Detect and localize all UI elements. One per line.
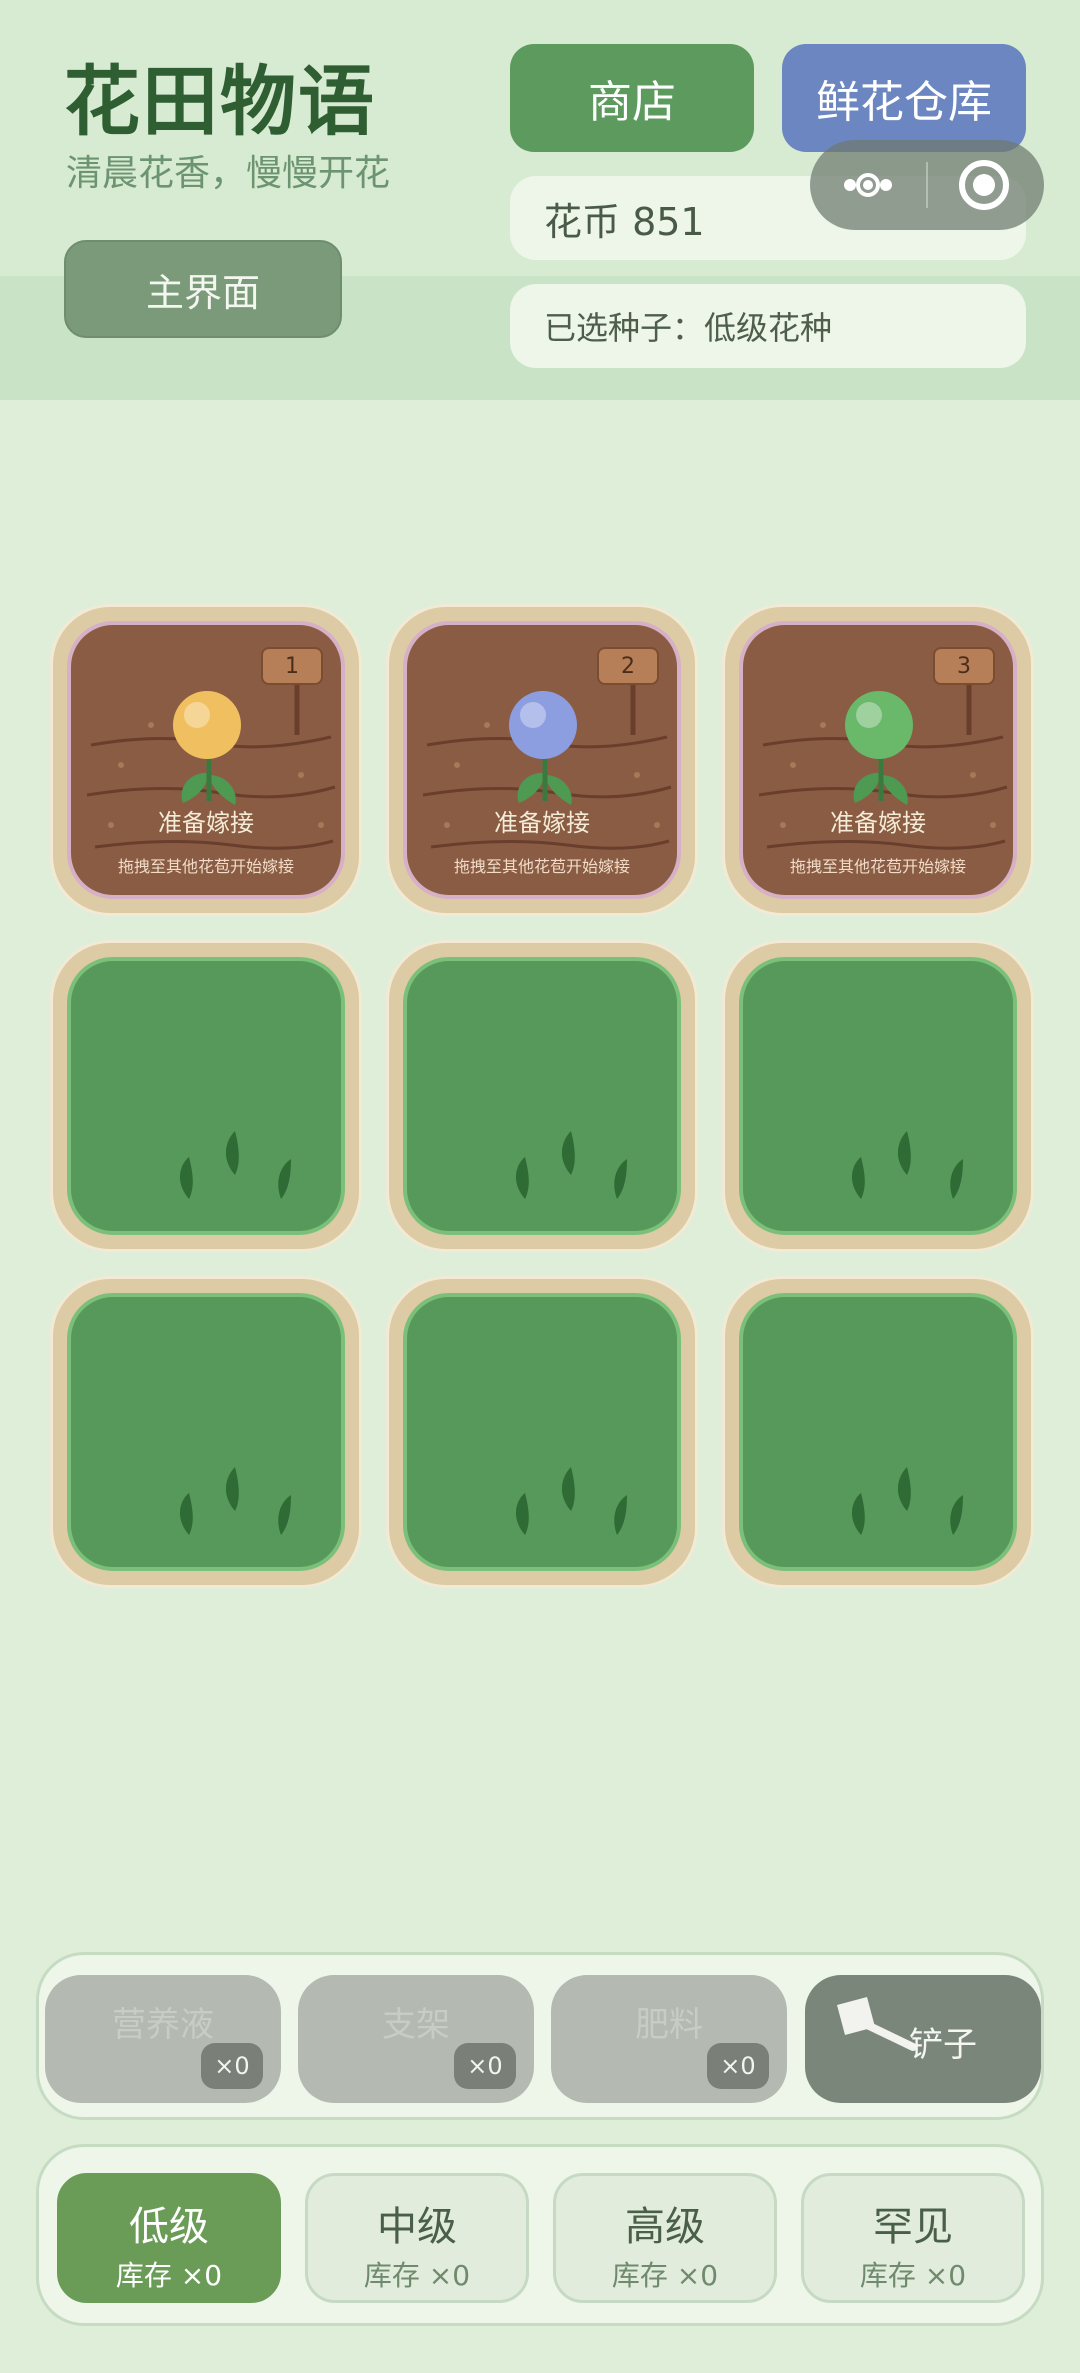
plot-status: 准备嫁接 (494, 809, 590, 837)
plot-hint: 拖拽至其他花苞开始嫁接 (117, 857, 294, 876)
coin-balance-text: 花币 851 (544, 199, 705, 244)
seed-stock: 库存 ×0 (115, 2259, 223, 2292)
plot-status: 准备嫁接 (830, 809, 926, 837)
seed-stock: 库存 ×0 (611, 2259, 719, 2292)
grass-tuft-icon (179, 1467, 291, 1535)
tool-label: 肥料 (635, 2005, 703, 2045)
shop-button[interactable]: 商店 (510, 44, 754, 152)
plot-hint: 拖拽至其他花苞开始嫁接 (789, 857, 966, 876)
main-menu-button[interactable]: 主界面 (64, 240, 342, 338)
flower-warehouse-button[interactable]: 鲜花仓库 (782, 44, 1026, 152)
tool-count-badge: ×0 (707, 2043, 769, 2089)
plot-number-sign: 3 (933, 647, 995, 685)
empty-grass-plot[interactable] (403, 1293, 681, 1571)
plot-status: 准备嫁接 (158, 809, 254, 837)
tool-count-badge: ×0 (201, 2043, 263, 2089)
tool-count-badge: ×0 (454, 2043, 516, 2089)
tool-label: 支架 (382, 2005, 450, 2045)
planted-soil-plot[interactable]: 3 准备嫁接拖拽至其他花苞开始嫁接 (739, 621, 1017, 899)
selected-seed-display: 已选种子：低级花种 (510, 284, 1026, 368)
flower-plot[interactable] (50, 940, 362, 1252)
more-options-icon[interactable] (810, 140, 926, 230)
flower-plot[interactable] (386, 1276, 698, 1588)
fertilizer-tool[interactable]: 肥料 ×0 (551, 1975, 787, 2103)
app-title: 花田物语 (64, 57, 376, 146)
flower-bud-icon (509, 691, 577, 759)
flower-plot[interactable] (386, 940, 698, 1252)
seed-stock: 库存 ×0 (859, 2259, 967, 2292)
planted-soil-plot[interactable]: 2 准备嫁接拖拽至其他花苞开始嫁接 (403, 621, 681, 899)
empty-grass-plot[interactable] (739, 957, 1017, 1235)
seed-stock: 库存 ×0 (363, 2259, 471, 2292)
flower-plot[interactable] (722, 1276, 1034, 1588)
seed-selector-panel: 低级 库存 ×0 中级 库存 ×0 高级 库存 ×0 罕见 库存 ×0 (36, 2144, 1044, 2326)
grass-tuft-icon (851, 1467, 963, 1535)
seed-tier-rare[interactable]: 罕见 库存 ×0 (801, 2173, 1025, 2303)
flower-plot[interactable] (50, 1276, 362, 1588)
plot-number-sign: 2 (597, 647, 659, 685)
seed-name: 中级 (377, 2204, 457, 2250)
seed-name: 罕见 (873, 2204, 953, 2250)
flower-plot[interactable] (722, 940, 1034, 1252)
grass-tuft-icon (515, 1467, 627, 1535)
empty-grass-plot[interactable] (67, 1293, 345, 1571)
flower-plot[interactable]: 1 准备嫁接拖拽至其他花苞开始嫁接 (50, 604, 362, 916)
planted-soil-plot[interactable]: 1 准备嫁接拖拽至其他花苞开始嫁接 (67, 621, 345, 899)
seed-tier-mid[interactable]: 中级 库存 ×0 (305, 2173, 529, 2303)
plot-number-sign: 1 (261, 647, 323, 685)
nutrient-solution-tool[interactable]: 营养液 ×0 (45, 1975, 281, 2103)
grass-tuft-icon (179, 1131, 291, 1199)
empty-grass-plot[interactable] (739, 1293, 1017, 1571)
flower-plot[interactable]: 2 准备嫁接拖拽至其他花苞开始嫁接 (386, 604, 698, 916)
flower-bud-icon (173, 691, 241, 759)
tool-label: 营养液 (112, 2005, 214, 2045)
tool-label: 铲子 (909, 2025, 977, 2065)
flower-plot[interactable]: 3 准备嫁接拖拽至其他花苞开始嫁接 (722, 604, 1034, 916)
close-miniprogram-icon[interactable] (928, 140, 1044, 230)
support-frame-tool[interactable]: 支架 ×0 (298, 1975, 534, 2103)
empty-grass-plot[interactable] (67, 957, 345, 1235)
seed-tier-high[interactable]: 高级 库存 ×0 (553, 2173, 777, 2303)
app-subtitle: 清晨花香，慢慢开花 (66, 153, 391, 194)
grass-tuft-icon (515, 1131, 627, 1199)
shovel-tool[interactable]: 铲子 (805, 1975, 1041, 2103)
empty-grass-plot[interactable] (403, 957, 681, 1235)
plot-hint: 拖拽至其他花苞开始嫁接 (453, 857, 630, 876)
selected-seed-text: 已选种子：低级花种 (544, 309, 833, 347)
tool-panel: 营养液 ×0 支架 ×0 肥料 ×0 铲子 (36, 1952, 1044, 2120)
miniprogram-capsule (810, 140, 1044, 230)
seed-name: 低级 (129, 2204, 209, 2250)
flower-bud-icon (845, 691, 913, 759)
seed-name: 高级 (625, 2204, 705, 2250)
shovel-icon (837, 1997, 917, 2051)
grass-tuft-icon (851, 1131, 963, 1199)
seed-tier-low[interactable]: 低级 库存 ×0 (57, 2173, 281, 2303)
